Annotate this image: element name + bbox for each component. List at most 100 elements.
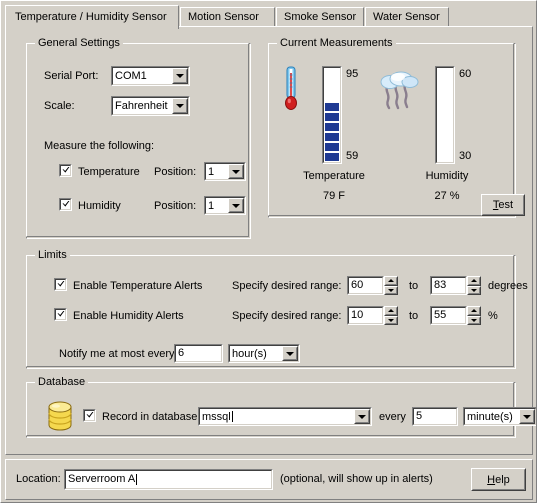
temperature-range-label: Specify desired range:: [232, 280, 342, 292]
humidity-reading: 27 %: [434, 190, 460, 202]
check-icon: [57, 281, 65, 287]
notify-interval-label: Notify me at most every: [59, 348, 175, 360]
enable-humidity-alerts-checkbox[interactable]: [54, 308, 67, 321]
humidity-caption: Humidity: [425, 170, 469, 182]
tab-water-sensor[interactable]: Water Sensor: [365, 7, 449, 27]
help-button-rest: elp: [495, 473, 510, 486]
humidity-checkbox-label: Humidity: [78, 200, 121, 212]
serial-port-label: Serial Port:: [44, 70, 99, 82]
scale-combo[interactable]: Fahrenheit: [111, 96, 190, 116]
enable-humidity-alerts-label: Enable Humidity Alerts: [73, 310, 184, 322]
chevron-down-icon[interactable]: [172, 68, 188, 84]
chevron-down-icon[interactable]: [228, 198, 244, 213]
humidity-range-min-input[interactable]: 10: [347, 306, 384, 325]
location-input[interactable]: Serverroom A: [64, 469, 273, 490]
humidity-range-min-value: 10: [351, 309, 364, 321]
temperature-range-max-value: 83: [434, 279, 447, 291]
tab-motion-sensor[interactable]: Motion Sensor: [180, 7, 275, 27]
help-button[interactable]: Help: [471, 468, 526, 491]
chevron-down-icon[interactable]: [354, 409, 370, 424]
tab-temperature-humidity-sensor[interactable]: Temperature / Humidity Sensor: [5, 5, 179, 29]
thermometer-icon: [285, 66, 297, 110]
notify-interval-value: 6: [178, 347, 185, 359]
database-interval-unit-combo[interactable]: minute(s): [463, 407, 536, 426]
humidity-checkbox[interactable]: [59, 198, 72, 211]
database-connection-combo[interactable]: mssql: [198, 407, 372, 426]
database-icon: [48, 401, 72, 431]
humidity-range-unit-label: %: [488, 310, 498, 322]
stepper-down-icon[interactable]: [384, 315, 398, 325]
humidity-position-combo[interactable]: 1: [204, 196, 246, 215]
tab-smoke-sensor[interactable]: Smoke Sensor: [276, 7, 364, 27]
serial-port-value: COM1: [115, 70, 147, 82]
temperature-checkbox[interactable]: [59, 164, 72, 177]
stepper-down-icon[interactable]: [467, 285, 481, 295]
temperature-range-max-stepper[interactable]: [467, 276, 481, 295]
humidity-gauge-min-label: 30: [459, 150, 472, 162]
enable-temperature-alerts-label: Enable Temperature Alerts: [73, 280, 203, 292]
temperature-gauge-max-label: 95: [346, 68, 359, 80]
chevron-down-icon[interactable]: [228, 164, 244, 179]
humidity-range-max-stepper[interactable]: [467, 306, 481, 325]
check-icon: [86, 412, 94, 418]
record-in-database-checkbox[interactable]: [83, 409, 96, 422]
stepper-up-icon[interactable]: [467, 276, 481, 286]
humidity-gauge-max-label: 60: [459, 68, 472, 80]
location-value: Serverroom A: [68, 473, 138, 485]
humidity-gauge: [435, 66, 455, 164]
tab-strip: Temperature / Humidity Sensor Motion Sen…: [5, 5, 533, 29]
group-general-settings-title: General Settings: [35, 37, 123, 49]
temperature-gauge: [322, 66, 342, 164]
notify-interval-input[interactable]: 6: [174, 344, 223, 363]
temperature-range-min-stepper[interactable]: [384, 276, 398, 295]
location-label: Location:: [16, 473, 61, 485]
humidity-range-max-value: 55: [434, 309, 447, 321]
record-in-database-label: Record in database:: [102, 411, 201, 423]
temperature-position-combo[interactable]: 1: [204, 162, 246, 181]
stepper-down-icon[interactable]: [467, 315, 481, 325]
test-button-rest: est: [498, 199, 514, 211]
temperature-range-max-input[interactable]: 83: [430, 276, 467, 295]
check-icon: [62, 167, 70, 173]
check-icon: [62, 201, 70, 207]
chevron-down-icon[interactable]: [172, 98, 188, 114]
scale-label: Scale:: [44, 100, 75, 112]
database-interval-input[interactable]: 5: [412, 407, 458, 426]
enable-temperature-alerts-checkbox[interactable]: [54, 278, 67, 291]
test-button[interactable]: Test: [481, 194, 525, 216]
chevron-down-icon[interactable]: [519, 409, 535, 424]
stepper-up-icon[interactable]: [467, 306, 481, 316]
group-current-measurements-title: Current Measurements: [277, 37, 396, 49]
notify-interval-unit-combo[interactable]: hour(s): [228, 344, 300, 363]
temperature-range-unit-label: degrees: [488, 280, 528, 292]
temperature-range-to-label: to: [409, 280, 419, 292]
group-limits: Limits Enable Temperature Alerts Enable …: [26, 249, 528, 369]
group-database-title: Database: [35, 376, 89, 388]
tab-label: Water Sensor: [373, 11, 440, 23]
temperature-range-min-value: 60: [351, 279, 364, 291]
temperature-position-label: Position:: [154, 166, 197, 178]
notify-interval-unit-value: hour(s): [232, 347, 267, 360]
scale-value: Fahrenheit: [115, 100, 168, 112]
cloud-rain-icon: [380, 71, 419, 110]
tab-page-temperature-humidity: General Settings Serial Port: COM1 Scale…: [5, 26, 536, 455]
tab-label: Smoke Sensor: [284, 11, 357, 23]
location-hint: (optional, will show up in alerts): [280, 473, 433, 485]
stepper-down-icon[interactable]: [384, 285, 398, 295]
humidity-range-min-stepper[interactable]: [384, 306, 398, 325]
check-icon: [57, 311, 65, 317]
humidity-range-max-input[interactable]: 55: [430, 306, 467, 325]
temperature-range-min-input[interactable]: 60: [347, 276, 384, 295]
stepper-up-icon[interactable]: [384, 306, 398, 316]
database-interval-value: 5: [416, 410, 423, 422]
temperature-checkbox-label: Temperature: [78, 166, 140, 178]
serial-port-combo[interactable]: COM1: [111, 66, 190, 86]
humidity-range-label: Specify desired range:: [232, 310, 342, 322]
humidity-range-to-label: to: [409, 310, 419, 322]
stepper-up-icon[interactable]: [384, 276, 398, 286]
tab-label: Motion Sensor: [188, 11, 259, 23]
chevron-down-icon[interactable]: [282, 346, 298, 361]
group-general-settings: General Settings Serial Port: COM1 Scale…: [26, 37, 251, 239]
temperature-position-value: 1: [208, 165, 215, 178]
database-connection-value: mssql: [202, 410, 233, 423]
